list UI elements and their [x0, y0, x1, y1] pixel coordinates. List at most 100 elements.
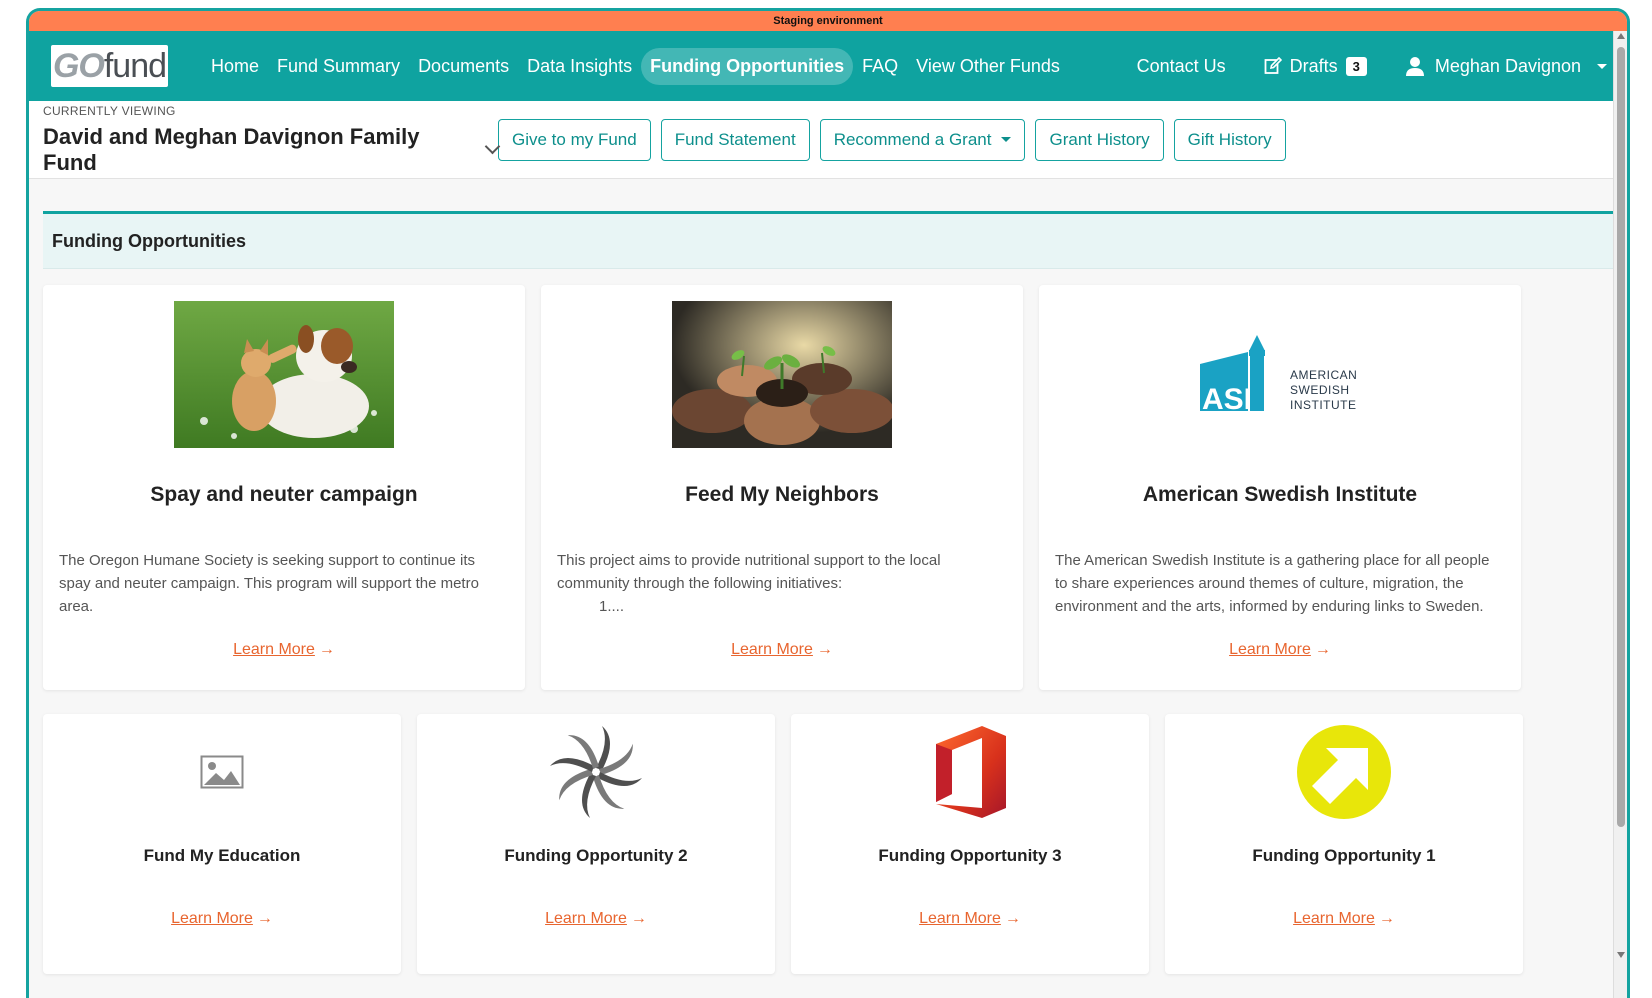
card-description-text: This project aims to provide nutritional…	[557, 552, 941, 592]
learn-more-link[interactable]: Learn More →	[731, 641, 833, 658]
asi-line1: AMERICAN	[1290, 368, 1357, 382]
featured-opportunities-row: Spay and neuter campaign The Oregon Huma…	[43, 285, 1613, 690]
top-navbar: GO fund Home Fund Summary Documents Data …	[29, 31, 1627, 101]
logo-fund: fund	[103, 46, 167, 85]
learn-more-label: Learn More	[1293, 910, 1375, 927]
drafts-link[interactable]: Drafts 3	[1264, 56, 1367, 77]
opportunity-card: Funding Opportunity 2 Learn More →	[417, 714, 775, 974]
scroll-down-arrow-icon[interactable]	[1617, 952, 1625, 958]
learn-more-wrap: Learn More →	[43, 910, 401, 928]
nav-documents[interactable]: Documents	[409, 48, 518, 85]
card-title: Funding Opportunity 1	[1252, 846, 1436, 865]
nav-data-insights[interactable]: Data Insights	[518, 48, 641, 85]
caret-down-icon	[1597, 63, 1607, 69]
give-to-my-fund-button[interactable]: Give to my Fund	[498, 118, 651, 161]
opportunity-card: Funding Opportunity 1 Learn More →	[1165, 714, 1523, 974]
gofund-logo[interactable]: GO fund	[51, 45, 168, 87]
learn-more-link[interactable]: Learn More →	[1293, 910, 1395, 927]
opportunity-card: Feed My Neighbors This project aims to p…	[541, 285, 1023, 690]
scroll-up-arrow-icon[interactable]	[1617, 33, 1625, 39]
nav-faq[interactable]: FAQ	[853, 48, 907, 85]
asi-logo: ASI AMERICAN SWEDISH INSTITUTE	[1170, 301, 1390, 448]
drafts-label: Drafts	[1289, 55, 1338, 76]
learn-more-link[interactable]: Learn More →	[233, 641, 335, 658]
arrow-right-icon: →	[1378, 910, 1395, 927]
opportunity-card: ASI AMERICAN SWEDISH INSTITUTE American …	[1039, 285, 1521, 690]
edit-icon	[1264, 57, 1282, 74]
user-icon	[1405, 57, 1424, 76]
fund-subbar: CURRENTLY VIEWING David and Meghan Davig…	[29, 101, 1627, 179]
card-title: Fund My Education	[143, 846, 301, 865]
asi-line2: SWEDISH	[1290, 383, 1350, 397]
arrow-right-icon: →	[1314, 641, 1331, 658]
card-description-text: The American Swedish Institute is a gath…	[1055, 552, 1490, 615]
currently-viewing-label: CURRENTLY VIEWING	[43, 103, 176, 118]
dog-and-cat-photo	[174, 301, 394, 448]
opportunity-card: Spay and neuter campaign The Oregon Huma…	[43, 285, 525, 690]
grant-history-button[interactable]: Grant History	[1035, 118, 1164, 161]
nav-right: Contact Us Drafts 3 Meghan Davignon	[1137, 56, 1607, 77]
card-description: This project aims to provide nutritional…	[557, 549, 1007, 618]
learn-more-label: Learn More	[919, 910, 1001, 927]
learn-more-label: Learn More	[545, 910, 627, 927]
nav-fund-summary[interactable]: Fund Summary	[268, 48, 409, 85]
asi-line3: INSTITUTE	[1290, 398, 1357, 412]
fund-action-buttons: Give to my Fund Fund Statement Recommend…	[498, 118, 1286, 161]
gift-history-button[interactable]: Gift History	[1173, 118, 1286, 161]
learn-more-link[interactable]: Learn More →	[545, 910, 647, 927]
card-description-sub: 1....	[599, 598, 625, 615]
section-title: Funding Opportunities	[43, 211, 1613, 269]
opportunities-row: Fund My Education Learn More → Funding O…	[43, 714, 1613, 974]
card-title: Feed My Neighbors	[685, 483, 879, 506]
scroll-thumb[interactable]	[1617, 47, 1625, 827]
learn-more-wrap: Learn More →	[1165, 910, 1523, 928]
learn-more-wrap: Learn More →	[417, 910, 775, 928]
asi-letters: ASI	[1202, 383, 1252, 416]
learn-more-wrap: Learn More →	[1039, 641, 1521, 659]
learn-more-label: Learn More	[171, 910, 253, 927]
nav-view-other-funds[interactable]: View Other Funds	[907, 48, 1069, 85]
learn-more-link[interactable]: Learn More →	[919, 910, 1021, 927]
hands-with-seedlings-photo	[672, 301, 892, 448]
nav-home[interactable]: Home	[202, 48, 268, 85]
swirl-icon	[417, 724, 775, 820]
recommend-grant-button[interactable]: Recommend a Grant	[819, 118, 1026, 161]
arrow-right-icon: →	[256, 910, 273, 927]
opportunity-card: Fund My Education Learn More →	[43, 714, 401, 974]
arrow-right-icon: →	[630, 910, 647, 927]
page-scrollbar[interactable]	[1613, 31, 1627, 998]
user-menu[interactable]: Meghan Davignon	[1405, 56, 1607, 77]
card-description: The Oregon Humane Society is seeking sup…	[59, 549, 509, 618]
learn-more-link[interactable]: Learn More →	[171, 910, 273, 927]
learn-more-label: Learn More	[1229, 641, 1311, 658]
learn-more-wrap: Learn More →	[541, 641, 1023, 659]
browser-frame: Staging environment GO fund Home Fund Sum…	[26, 8, 1630, 998]
arrow-right-icon: →	[318, 641, 335, 658]
learn-more-wrap: Learn More →	[43, 641, 525, 659]
card-title: Spay and neuter campaign	[150, 483, 418, 506]
fund-picker[interactable]: CURRENTLY VIEWING David and Meghan Davig…	[43, 103, 501, 176]
drafts-count-badge: 3	[1345, 56, 1367, 76]
fund-statement-button[interactable]: Fund Statement	[660, 118, 810, 161]
fund-name: David and Meghan Davignon Family Fund	[43, 123, 420, 175]
learn-more-label: Learn More	[731, 641, 813, 658]
learn-more-link[interactable]: Learn More →	[1229, 641, 1331, 658]
card-title: Funding Opportunity 2	[504, 846, 688, 865]
main-content: Funding Opportunities Spay and neuter ca…	[29, 179, 1627, 974]
user-name: Meghan Davignon	[1434, 55, 1581, 76]
caret-down-icon	[1001, 137, 1012, 142]
card-description-text: The Oregon Humane Society is seeking sup…	[59, 552, 479, 615]
card-title: Funding Opportunity 3	[878, 846, 1062, 865]
fund-name-select[interactable]: David and Meghan Davignon Family Fund	[43, 123, 501, 176]
card-title: American Swedish Institute	[1142, 483, 1418, 506]
nav-funding-opportunities[interactable]: Funding Opportunities	[641, 47, 854, 85]
office-icon	[791, 724, 1149, 820]
recommend-grant-label: Recommend a Grant	[833, 129, 992, 149]
learn-more-wrap: Learn More →	[791, 910, 1149, 928]
logo-go: GO	[52, 46, 105, 85]
staging-banner: Staging environment	[29, 11, 1627, 31]
arrow-right-icon: →	[1004, 910, 1021, 927]
arrow-right-icon: →	[816, 641, 833, 658]
yellow-arrow-icon	[1165, 724, 1523, 820]
nav-contact-us[interactable]: Contact Us	[1137, 56, 1226, 77]
